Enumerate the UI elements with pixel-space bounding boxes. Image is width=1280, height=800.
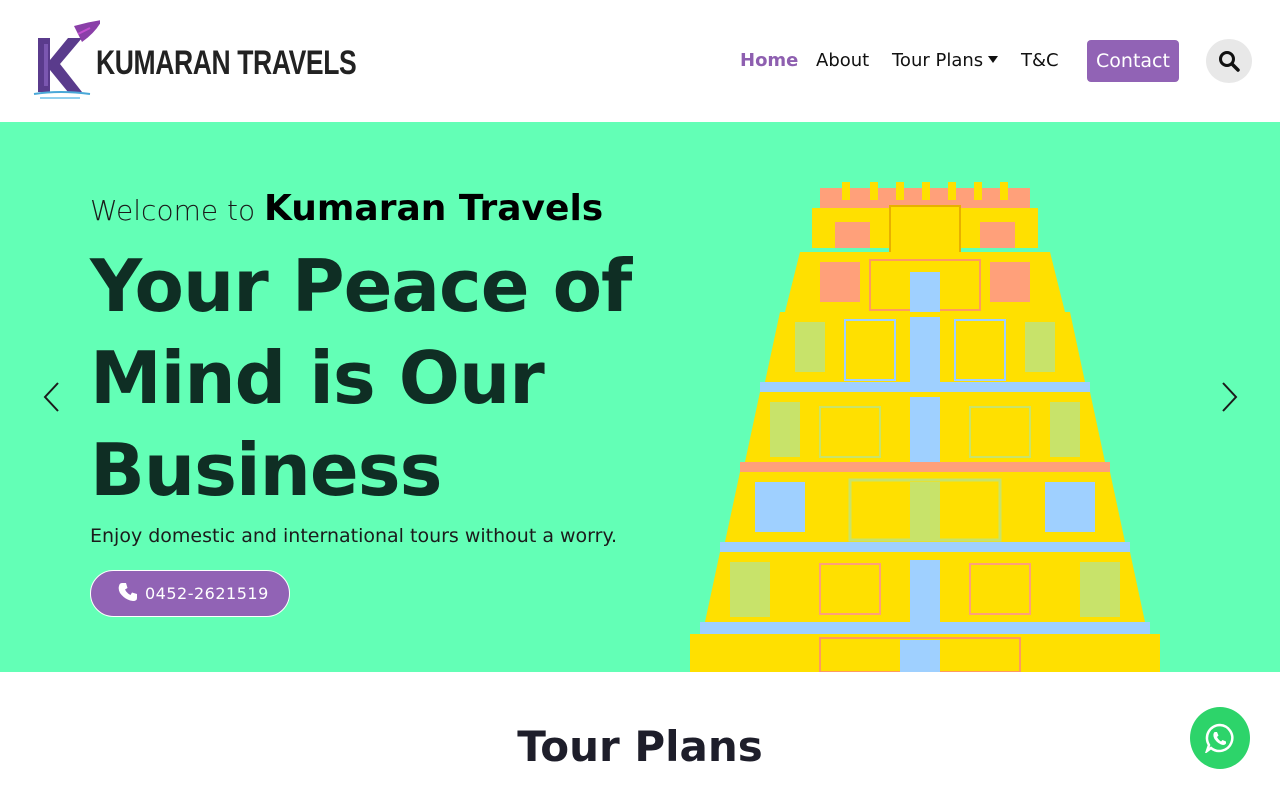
logo-mark-icon bbox=[33, 20, 100, 99]
nav-item-tc[interactable]: T&C bbox=[1021, 40, 1059, 82]
hero-headline: Your Peace of Mind is Our Business bbox=[90, 244, 632, 512]
call-button[interactable]: 0452-2621519 bbox=[90, 570, 290, 617]
whatsapp-button[interactable] bbox=[1190, 707, 1250, 769]
nav-item-tour-plans[interactable]: Tour Plans bbox=[892, 40, 999, 82]
phone-number: 0452-2621519 bbox=[145, 584, 269, 603]
hero-subtext: Enjoy domestic and international tours w… bbox=[90, 525, 618, 547]
welcome-prefix: Welcome to bbox=[90, 194, 256, 227]
tour-plans-heading: Tour Plans bbox=[517, 722, 763, 771]
carousel-next-button[interactable] bbox=[1217, 380, 1241, 414]
hero-welcome: Welcome to Kumaran Travels bbox=[90, 188, 603, 229]
nav-item-home[interactable]: Home bbox=[740, 40, 798, 82]
caret-down-icon bbox=[988, 55, 999, 63]
nav-item-about[interactable]: About bbox=[816, 40, 869, 82]
hero-banner: Welcome to Kumaran Travels Your Peace of… bbox=[0, 122, 1280, 672]
nav-item-tour-plans-label: Tour Plans bbox=[892, 50, 984, 71]
search-icon bbox=[1219, 51, 1240, 72]
whatsapp-icon bbox=[1205, 723, 1234, 753]
site-header: KUMARAN TRAVELS Home About Tour Plans T&… bbox=[0, 0, 1280, 122]
phone-icon bbox=[118, 583, 137, 601]
temple-gopuram-illustration bbox=[690, 182, 1160, 672]
carousel-prev-button[interactable] bbox=[40, 380, 64, 414]
chevron-right-icon bbox=[1222, 382, 1238, 412]
brand-name: KUMARAN TRAVELS bbox=[96, 44, 357, 82]
welcome-brand: Kumaran Travels bbox=[264, 188, 604, 229]
search-button[interactable] bbox=[1206, 39, 1252, 83]
chevron-left-icon bbox=[43, 382, 59, 412]
brand-logo[interactable]: KUMARAN TRAVELS bbox=[30, 20, 357, 102]
contact-button[interactable]: Contact bbox=[1087, 40, 1179, 82]
